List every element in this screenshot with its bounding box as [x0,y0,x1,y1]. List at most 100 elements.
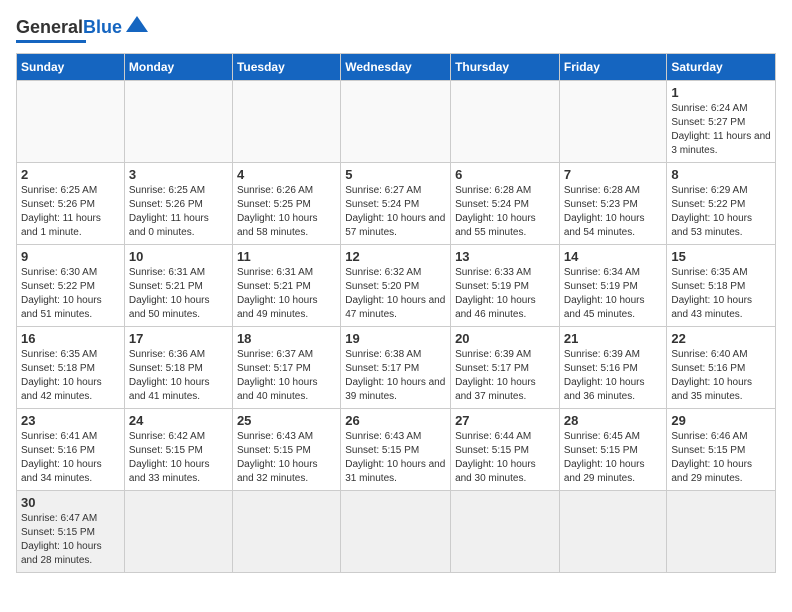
day-info: Sunrise: 6:28 AM Sunset: 5:24 PM Dayligh… [455,184,555,240]
day-info: Sunrise: 6:28 AM Sunset: 5:23 PM Dayligh… [564,184,663,240]
calendar-cell: 22 Sunrise: 6:40 AM Sunset: 5:16 PM Dayli… [667,327,776,409]
day-info: Sunrise: 6:43 AM Sunset: 5:15 PM Dayligh… [345,430,446,486]
calendar-cell: 27 Sunrise: 6:44 AM Sunset: 5:15 PM Dayli… [451,409,560,491]
day-number: 24 [129,413,228,428]
calendar-cell [17,81,125,163]
calendar-cell: 13 Sunrise: 6:33 AM Sunset: 5:19 PM Dayli… [451,245,560,327]
calendar-cell: 11 Sunrise: 6:31 AM Sunset: 5:21 PM Dayli… [232,245,340,327]
day-number: 15 [671,249,771,264]
calendar-cell: 21 Sunrise: 6:39 AM Sunset: 5:16 PM Dayli… [559,327,667,409]
weekday-header-wednesday: Wednesday [341,54,451,81]
calendar-cell [559,491,667,573]
day-number: 1 [671,85,771,100]
day-info: Sunrise: 6:33 AM Sunset: 5:19 PM Dayligh… [455,266,555,322]
calendar-cell: 3 Sunrise: 6:25 AM Sunset: 5:26 PM Daylig… [124,163,232,245]
calendar-cell: 28Sunrise: 6:45 AM Sunset: 5:15 PM Dayli… [559,409,667,491]
calendar-cell: 8 Sunrise: 6:29 AM Sunset: 5:22 PM Daylig… [667,163,776,245]
calendar-cell [451,81,560,163]
day-info: Sunrise: 6:35 AM Sunset: 5:18 PM Dayligh… [671,266,771,322]
day-number: 20 [455,331,555,346]
day-number: 19 [345,331,446,346]
calendar-cell: 5 Sunrise: 6:27 AM Sunset: 5:24 PM Daylig… [341,163,451,245]
day-number: 7 [564,167,663,182]
calendar-cell: 12Sunrise: 6:32 AM Sunset: 5:20 PM Dayli… [341,245,451,327]
calendar-cell [232,81,340,163]
day-number: 22 [671,331,771,346]
calendar-cell [451,491,560,573]
page-header: GeneralBlue [16,16,776,43]
day-number: 23 [21,413,120,428]
day-number: 2 [21,167,120,182]
weekday-header-friday: Friday [559,54,667,81]
day-info: Sunrise: 6:31 AM Sunset: 5:21 PM Dayligh… [237,266,336,322]
day-info: Sunrise: 6:44 AM Sunset: 5:15 PM Dayligh… [455,430,555,486]
calendar-cell: 16Sunrise: 6:35 AM Sunset: 5:18 PM Dayli… [17,327,125,409]
calendar-cell: 24 Sunrise: 6:42 AM Sunset: 5:15 PM Dayli… [124,409,232,491]
day-number: 21 [564,331,663,346]
calendar-cell: 7 Sunrise: 6:28 AM Sunset: 5:23 PM Daylig… [559,163,667,245]
day-number: 8 [671,167,771,182]
day-number: 27 [455,413,555,428]
day-number: 29 [671,413,771,428]
calendar-cell [341,491,451,573]
logo-text: GeneralBlue [16,18,122,36]
day-number: 11 [237,249,336,264]
day-number: 14 [564,249,663,264]
calendar-cell: 17 Sunrise: 6:36 AM Sunset: 5:18 PM Dayli… [124,327,232,409]
calendar-cell: 9 Sunrise: 6:30 AM Sunset: 5:22 PM Daylig… [17,245,125,327]
day-info: Sunrise: 6:36 AM Sunset: 5:18 PM Dayligh… [129,348,228,404]
calendar-week-row: 2 Sunrise: 6:25 AM Sunset: 5:26 PM Daylig… [17,163,776,245]
calendar-cell: 26Sunrise: 6:43 AM Sunset: 5:15 PM Dayli… [341,409,451,491]
calendar-cell: 6 Sunrise: 6:28 AM Sunset: 5:24 PM Daylig… [451,163,560,245]
day-info: Sunrise: 6:38 AM Sunset: 5:17 PM Dayligh… [345,348,446,404]
day-info: Sunrise: 6:42 AM Sunset: 5:15 PM Dayligh… [129,430,228,486]
day-info: Sunrise: 6:31 AM Sunset: 5:21 PM Dayligh… [129,266,228,322]
weekday-header-saturday: Saturday [667,54,776,81]
day-number: 30 [21,495,120,510]
day-number: 9 [21,249,120,264]
logo: GeneralBlue [16,16,150,43]
day-number: 6 [455,167,555,182]
calendar-cell: 4Sunrise: 6:26 AM Sunset: 5:25 PM Daylig… [232,163,340,245]
weekday-header-monday: Monday [124,54,232,81]
day-info: Sunrise: 6:41 AM Sunset: 5:16 PM Dayligh… [21,430,120,486]
calendar-week-row: 30 Sunrise: 6:47 AM Sunset: 5:15 PM Dayli… [17,491,776,573]
day-info: Sunrise: 6:40 AM Sunset: 5:16 PM Dayligh… [671,348,771,404]
calendar-cell [124,81,232,163]
day-info: Sunrise: 6:39 AM Sunset: 5:16 PM Dayligh… [564,348,663,404]
calendar-week-row: 9 Sunrise: 6:30 AM Sunset: 5:22 PM Daylig… [17,245,776,327]
calendar-cell: 19 Sunrise: 6:38 AM Sunset: 5:17 PM Dayli… [341,327,451,409]
day-info: Sunrise: 6:24 AM Sunset: 5:27 PM Dayligh… [671,102,771,158]
calendar-cell: 18 Sunrise: 6:37 AM Sunset: 5:17 PM Dayli… [232,327,340,409]
calendar-cell: 10Sunrise: 6:31 AM Sunset: 5:21 PM Dayli… [124,245,232,327]
day-number: 28 [564,413,663,428]
calendar-cell: 1 Sunrise: 6:24 AM Sunset: 5:27 PM Daylig… [667,81,776,163]
day-number: 17 [129,331,228,346]
calendar-cell [232,491,340,573]
calendar-cell: 25Sunrise: 6:43 AM Sunset: 5:15 PM Dayli… [232,409,340,491]
day-info: Sunrise: 6:46 AM Sunset: 5:15 PM Dayligh… [671,430,771,486]
day-number: 18 [237,331,336,346]
calendar-cell: 29 Sunrise: 6:46 AM Sunset: 5:15 PM Dayli… [667,409,776,491]
day-info: Sunrise: 6:39 AM Sunset: 5:17 PM Dayligh… [455,348,555,404]
day-number: 16 [21,331,120,346]
day-info: Sunrise: 6:25 AM Sunset: 5:26 PM Dayligh… [21,184,120,240]
day-info: Sunrise: 6:32 AM Sunset: 5:20 PM Dayligh… [345,266,446,322]
weekday-header-thursday: Thursday [451,54,560,81]
day-info: Sunrise: 6:30 AM Sunset: 5:22 PM Dayligh… [21,266,120,322]
logo-icon [124,12,150,38]
day-info: Sunrise: 6:43 AM Sunset: 5:15 PM Dayligh… [237,430,336,486]
weekday-header-sunday: Sunday [17,54,125,81]
day-info: Sunrise: 6:29 AM Sunset: 5:22 PM Dayligh… [671,184,771,240]
day-info: Sunrise: 6:47 AM Sunset: 5:15 PM Dayligh… [21,512,120,568]
day-info: Sunrise: 6:37 AM Sunset: 5:17 PM Dayligh… [237,348,336,404]
day-info: Sunrise: 6:27 AM Sunset: 5:24 PM Dayligh… [345,184,446,240]
calendar-week-row: 1 Sunrise: 6:24 AM Sunset: 5:27 PM Daylig… [17,81,776,163]
day-info: Sunrise: 6:25 AM Sunset: 5:26 PM Dayligh… [129,184,228,240]
day-number: 5 [345,167,446,182]
calendar-cell [341,81,451,163]
day-info: Sunrise: 6:26 AM Sunset: 5:25 PM Dayligh… [237,184,336,240]
calendar-cell: 2 Sunrise: 6:25 AM Sunset: 5:26 PM Daylig… [17,163,125,245]
day-number: 13 [455,249,555,264]
day-number: 3 [129,167,228,182]
